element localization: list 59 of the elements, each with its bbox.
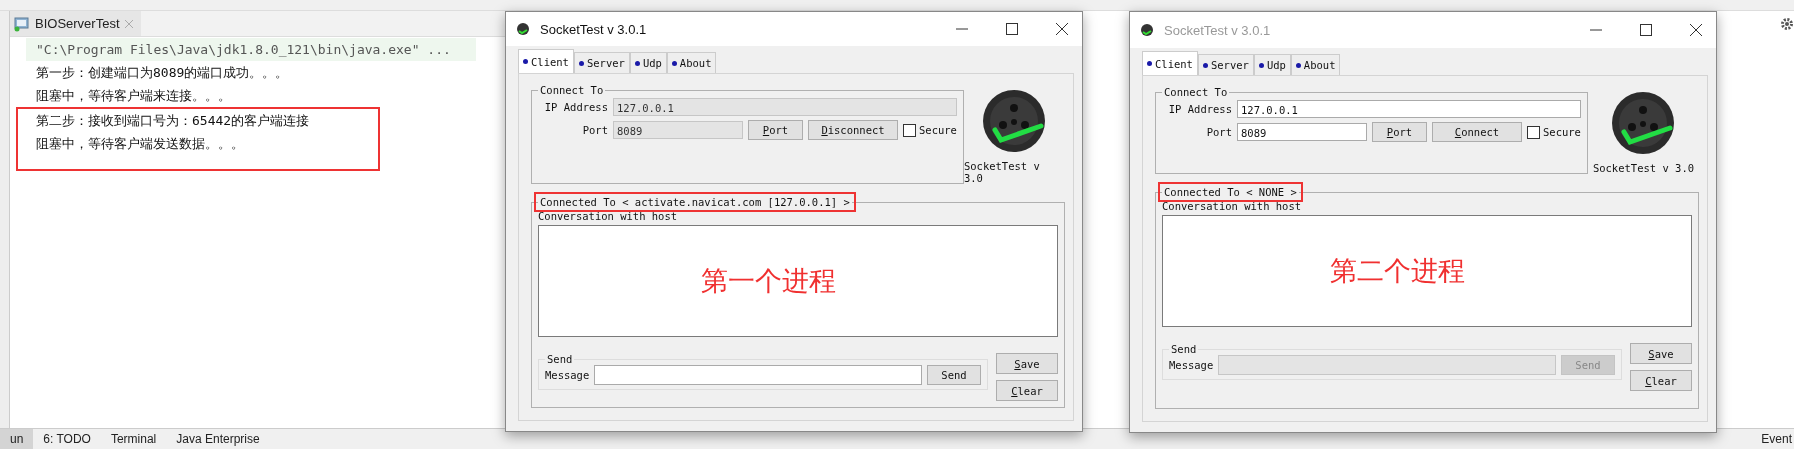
clear-button[interactable]: Clear xyxy=(996,380,1058,401)
group-label: Send xyxy=(1170,343,1198,355)
save-button[interactable]: Save xyxy=(996,353,1058,374)
send-button[interactable]: Send xyxy=(927,365,981,385)
checkbox-label: Secure xyxy=(919,124,957,136)
logo-caption: SocketTest v 3.0 xyxy=(963,160,1041,184)
console-line: 阻塞中，等待客户端来连接。。。 xyxy=(35,87,232,105)
tab[interactable]: Client xyxy=(518,49,574,73)
close-icon[interactable] xyxy=(1056,23,1068,35)
field-label: Port xyxy=(581,124,608,136)
app-icon xyxy=(1140,23,1154,37)
window-title: SocketTest v 3.0.1 xyxy=(540,21,647,37)
conversation-label: Conversation with host xyxy=(1162,200,1303,212)
conversation-label: Conversation with host xyxy=(538,210,679,222)
field-label: IP Address xyxy=(543,101,608,113)
port-field[interactable]: 8089 xyxy=(1237,123,1367,141)
field-label: Message xyxy=(1169,359,1214,371)
checkbox-label: Secure xyxy=(1543,126,1581,138)
annotation-text: 第一个进程 xyxy=(700,264,836,298)
conversation-area[interactable]: 第二个进程 xyxy=(1162,215,1692,327)
message-field[interactable] xyxy=(594,365,922,385)
group-label: Connect To xyxy=(539,84,605,96)
connect-button[interactable]: Disconnect xyxy=(808,120,898,140)
group-label: Send xyxy=(546,353,574,365)
connect-button[interactable]: Connect xyxy=(1432,122,1522,142)
console-line: 阻塞中，等待客户端发送数据。。。 xyxy=(35,135,245,153)
window-title: SocketTest v 3.0.1 xyxy=(1164,22,1271,38)
logo-icon xyxy=(981,88,1048,154)
logo-caption: SocketTest v 3.0 xyxy=(1592,162,1695,174)
clear-button[interactable]: Clear xyxy=(1630,370,1692,391)
port-button[interactable]: Port xyxy=(748,120,803,140)
tool-window-tab[interactable]: un xyxy=(0,429,34,449)
ip-address-field[interactable]: 127.0.0.1 xyxy=(1237,100,1581,118)
console-line: 第一步：创建端口为8089的端口成功。。。 xyxy=(35,64,290,82)
run-tab[interactable]: BIOServerTest xyxy=(10,11,141,36)
settings-icon[interactable] xyxy=(1780,17,1794,31)
tab[interactable]: About xyxy=(666,52,717,73)
app-icon xyxy=(516,22,530,36)
save-button[interactable]: Save xyxy=(1630,343,1692,364)
field-label: Port xyxy=(1205,126,1232,138)
tool-window-tab[interactable]: 6: TODO xyxy=(33,429,101,449)
checkbox[interactable] xyxy=(1527,125,1540,139)
field-label: IP Address xyxy=(1167,103,1232,115)
event-log-button[interactable]: Event xyxy=(1761,432,1794,446)
logo-icon xyxy=(1610,90,1677,156)
port-button[interactable]: Port xyxy=(1372,122,1427,142)
conversation-area[interactable]: 第一个进程 xyxy=(538,225,1058,337)
tab[interactable]: Server xyxy=(573,52,630,73)
tool-window-tab[interactable]: Java Enterprise xyxy=(166,429,270,449)
checkbox[interactable] xyxy=(903,123,916,137)
annotation-text: 第二个进程 xyxy=(1329,254,1465,288)
maximize-icon[interactable] xyxy=(1006,23,1018,35)
tool-window-tab[interactable]: Terminal xyxy=(100,429,167,449)
console-icon xyxy=(14,15,30,32)
console-line: 第二步：接收到端口号为：65442的客户端连接 xyxy=(35,112,311,130)
group-label: Connect To xyxy=(1163,86,1229,98)
field-label: Message xyxy=(545,369,590,381)
tab[interactable]: Udp xyxy=(629,52,667,73)
console-command: "C:\Program Files\Java\jdk1.8.0_121\bin\java.exe" ... xyxy=(26,38,476,61)
